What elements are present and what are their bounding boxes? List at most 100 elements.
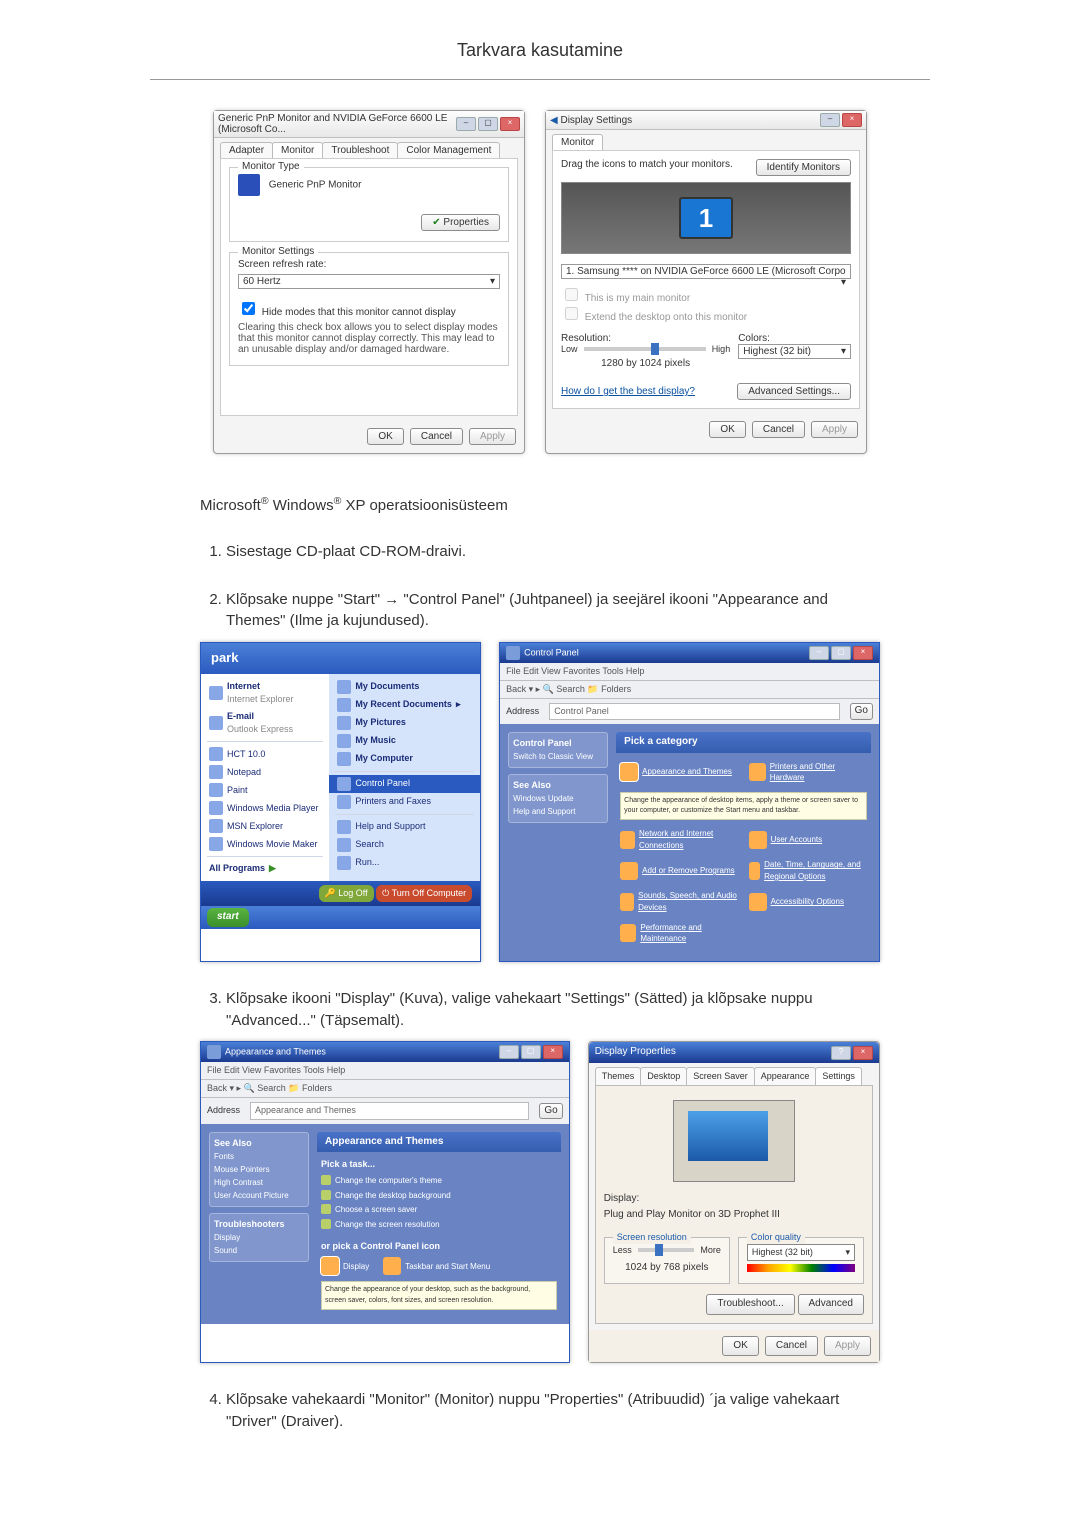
resolution-slider[interactable] <box>638 1248 695 1252</box>
ok-button[interactable]: OK <box>722 1336 758 1357</box>
category-item[interactable]: Printers and Other Hardware <box>749 761 867 784</box>
start-item[interactable]: My Computer <box>329 750 480 768</box>
monitor-select[interactable]: 1. Samsung **** on NVIDIA GeForce 6600 L… <box>561 264 851 279</box>
ok-button[interactable]: OK <box>367 428 403 445</box>
start-item[interactable]: HCT 10.0 <box>201 745 329 763</box>
refresh-rate-select[interactable]: 60 Hertz▾ <box>238 274 500 289</box>
close-button[interactable]: × <box>842 113 862 127</box>
troubleshoot-button[interactable]: Troubleshoot... <box>706 1294 794 1315</box>
task-link[interactable]: Change the computer's theme <box>321 1175 557 1187</box>
resolution-slider[interactable] <box>584 347 706 351</box>
ok-button[interactable]: OK <box>709 421 745 438</box>
side-link[interactable]: Display <box>214 1233 240 1242</box>
start-item[interactable]: Run... <box>329 854 480 872</box>
category-item[interactable]: Performance and Maintenance <box>620 922 738 945</box>
start-item[interactable]: My Music <box>329 732 480 750</box>
help-button[interactable]: ? <box>831 1046 851 1060</box>
category-appearance[interactable]: Appearance and Themes <box>620 761 738 784</box>
minimize-button[interactable]: – <box>456 117 476 131</box>
toolbar[interactable]: Back ▾ ▸ 🔍 Search 📁 Folders <box>201 1080 569 1098</box>
properties-button[interactable]: ✔ Properties <box>421 214 500 231</box>
go-button[interactable]: Go <box>539 1103 562 1120</box>
start-item[interactable]: My Documents <box>329 678 480 696</box>
advanced-button[interactable]: Advanced <box>798 1294 864 1315</box>
start-item[interactable]: Help and Support <box>329 818 480 836</box>
side-link[interactable]: Mouse Pointers <box>214 1165 270 1174</box>
menu-bar[interactable]: File Edit View Favorites Tools Help <box>201 1062 569 1080</box>
tab-desktop[interactable]: Desktop <box>640 1067 687 1085</box>
tab-adapter[interactable]: Adapter <box>220 142 273 158</box>
cp-icon-display[interactable]: Display <box>321 1257 369 1275</box>
identify-monitors-button[interactable]: Identify Monitors <box>756 159 851 176</box>
side-link[interactable]: Sound <box>214 1246 237 1255</box>
maximize-button[interactable]: ▢ <box>478 117 498 131</box>
address-bar[interactable]: Control Panel <box>549 703 839 720</box>
maximize-button[interactable]: ▢ <box>521 1045 541 1059</box>
category-item[interactable]: Date, Time, Language, and Regional Optio… <box>749 859 867 882</box>
cancel-button[interactable]: Cancel <box>410 428 463 445</box>
start-item[interactable]: Windows Movie Maker <box>201 835 329 853</box>
logoff-button[interactable]: 🔑 Log Off <box>319 885 374 902</box>
apply-button[interactable]: Apply <box>824 1336 871 1357</box>
cp-icon-taskbar[interactable]: Taskbar and Start Menu <box>383 1257 490 1275</box>
task-link[interactable]: Change the screen resolution <box>321 1219 557 1231</box>
start-item-internet[interactable]: InternetInternet Explorer <box>201 678 329 708</box>
close-button[interactable]: × <box>853 1046 873 1060</box>
advanced-settings-button[interactable]: Advanced Settings... <box>737 383 851 400</box>
tab-monitor[interactable]: Monitor <box>272 142 323 158</box>
apply-button[interactable]: Apply <box>811 421 858 438</box>
minimize-button[interactable]: – <box>499 1045 519 1059</box>
menu-bar[interactable]: File Edit View Favorites Tools Help <box>500 663 879 681</box>
task-link[interactable]: Change the desktop background <box>321 1190 557 1202</box>
side-link[interactable]: User Account Picture <box>214 1191 289 1200</box>
switch-view-link[interactable]: Switch to Classic View <box>513 752 593 761</box>
close-button[interactable]: × <box>543 1045 563 1059</box>
task-link[interactable]: Choose a screen saver <box>321 1204 557 1216</box>
start-item[interactable]: MSN Explorer <box>201 817 329 835</box>
tab-appearance[interactable]: Appearance <box>754 1067 817 1085</box>
toolbar[interactable]: Back ▾ ▸ 🔍 Search 📁 Folders <box>500 681 879 699</box>
category-item[interactable]: Sounds, Speech, and Audio Devices <box>620 890 738 913</box>
side-link[interactable]: Help and Support <box>513 807 575 816</box>
start-item[interactable]: Printers and Faxes <box>329 793 480 811</box>
side-link[interactable]: High Contrast <box>214 1178 263 1187</box>
address-bar[interactable]: Appearance and Themes <box>250 1102 529 1119</box>
start-item[interactable]: Windows Media Player <box>201 799 329 817</box>
monitor-preview-area[interactable]: 1 <box>561 182 851 254</box>
color-select[interactable]: Highest (32 bit)▾ <box>747 1244 855 1261</box>
start-item[interactable]: Search <box>329 836 480 854</box>
tab-settings[interactable]: Settings <box>815 1067 862 1085</box>
category-item[interactable]: User Accounts <box>749 828 867 851</box>
close-button[interactable]: × <box>500 117 520 131</box>
start-button[interactable]: start <box>207 908 249 927</box>
tab-troubleshoot[interactable]: Troubleshoot <box>322 142 398 158</box>
start-item[interactable]: My Pictures <box>329 714 480 732</box>
maximize-button[interactable]: ▢ <box>831 646 851 660</box>
cancel-button[interactable]: Cancel <box>765 1336 818 1357</box>
close-button[interactable]: × <box>853 646 873 660</box>
tab-themes[interactable]: Themes <box>595 1067 642 1085</box>
best-display-link[interactable]: How do I get the best display? <box>561 386 695 397</box>
cancel-button[interactable]: Cancel <box>752 421 805 438</box>
go-button[interactable]: Go <box>850 703 873 720</box>
turnoff-button[interactable]: ⏻ Turn Off Computer <box>376 885 472 902</box>
category-item[interactable]: Network and Internet Connections <box>620 828 738 851</box>
start-all-programs[interactable]: All Programs ▶ <box>201 860 329 877</box>
tab-monitor[interactable]: Monitor <box>552 134 603 150</box>
minimize-button[interactable]: – <box>809 646 829 660</box>
tab-screensaver[interactable]: Screen Saver <box>686 1067 755 1085</box>
tab-color-management[interactable]: Color Management <box>397 142 500 158</box>
monitor-1-icon[interactable]: 1 <box>679 197 733 239</box>
category-item[interactable]: Add or Remove Programs <box>620 859 738 882</box>
side-link[interactable]: Fonts <box>214 1152 234 1161</box>
category-item[interactable]: Accessibility Options <box>749 890 867 913</box>
start-item[interactable]: My Recent Documents ▸ <box>329 696 480 714</box>
minimize-button[interactable]: – <box>820 113 840 127</box>
apply-button[interactable]: Apply <box>469 428 516 445</box>
side-link[interactable]: Windows Update <box>513 794 573 803</box>
start-item-email[interactable]: E-mailOutlook Express <box>201 708 329 738</box>
start-item-control-panel[interactable]: Control Panel <box>329 775 480 793</box>
start-item[interactable]: Paint <box>201 781 329 799</box>
start-item[interactable]: Notepad <box>201 763 329 781</box>
hide-modes-checkbox[interactable] <box>242 302 255 315</box>
